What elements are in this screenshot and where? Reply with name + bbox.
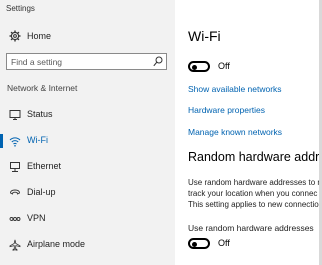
active-indicator — [0, 134, 3, 148]
manage-known-networks-link[interactable]: Manage known networks — [188, 127, 282, 137]
sidebar-item-dialup[interactable]: Dial-up — [0, 183, 175, 203]
toggle-knob — [192, 64, 197, 70]
dialup-icon — [10, 189, 20, 195]
random-hardware-toggle[interactable] — [188, 238, 210, 249]
sidebar-item-status[interactable]: Status — [0, 105, 175, 125]
sidebar-item-vpn[interactable]: VPN — [0, 209, 175, 229]
sidebar-item-home[interactable]: Home — [0, 27, 175, 47]
window-title: Settings — [6, 4, 35, 13]
wifi-icon — [9, 137, 21, 147]
sidebar-item-label: Ethernet — [27, 161, 62, 171]
sidebar-item-label: Airplane mode — [27, 239, 86, 249]
sidebar-item-wifi[interactable]: Wi-Fi — [0, 131, 175, 151]
page-title: Wi-Fi — [188, 28, 221, 44]
description-line: track your location when you connec — [188, 189, 318, 198]
hardware-properties-link[interactable]: Hardware properties — [188, 105, 265, 115]
description-line: Use random hardware addresses to m — [188, 178, 322, 187]
sidebar-item-label: VPN — [27, 213, 46, 223]
status-icon — [9, 110, 21, 120]
wifi-toggle-state: Off — [218, 61, 230, 71]
show-available-networks-link[interactable]: Show available networks — [188, 84, 282, 94]
sidebar-item-label: Wi-Fi — [27, 135, 48, 145]
sidebar-item-ethernet[interactable]: Ethernet — [0, 157, 175, 177]
sidebar-item-home-label: Home — [27, 31, 52, 41]
random-hardware-section-title: Random hardware addre — [188, 150, 322, 164]
vpn-icon — [9, 217, 21, 221]
search-input[interactable] — [11, 55, 149, 68]
random-hardware-toggle-state: Off — [218, 238, 230, 248]
gear-icon — [9, 30, 21, 42]
wifi-toggle[interactable] — [188, 61, 210, 72]
random-hardware-description: Use random hardware addresses to m track… — [188, 177, 322, 210]
sidebar-item-label: Dial-up — [27, 187, 56, 197]
sidebar-item-airplane-mode[interactable]: Airplane mode — [0, 235, 175, 255]
description-line: This setting applies to new connectio — [188, 200, 319, 209]
sidebar-item-label: Status — [27, 109, 53, 119]
search-box[interactable] — [6, 53, 167, 70]
toggle-knob — [192, 241, 197, 247]
search-icon[interactable] — [153, 56, 163, 67]
airplane-icon — [9, 239, 21, 251]
sidebar-section-heading: Network & Internet — [7, 83, 78, 93]
ethernet-icon — [10, 162, 20, 172]
random-hardware-toggle-label: Use random hardware addresses — [188, 223, 314, 233]
